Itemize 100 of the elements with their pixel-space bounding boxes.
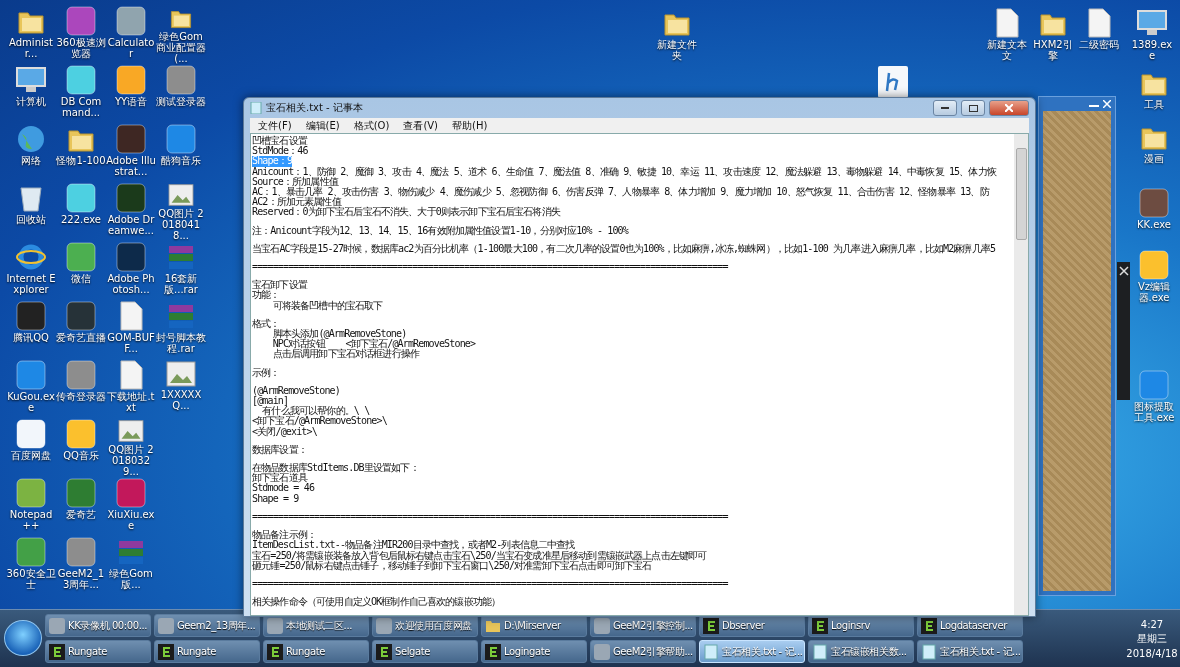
text-line: 有什么我可以帮你的。\ \ xyxy=(262,406,370,417)
globe-icon xyxy=(16,124,46,154)
server-window-icon xyxy=(485,643,501,660)
file-icon xyxy=(118,301,144,331)
text-line: <卸下宝石/@ArmRemoveStone>\ xyxy=(252,416,387,427)
server-window-icon xyxy=(376,643,392,660)
app-icon xyxy=(66,419,96,449)
file-icon xyxy=(118,360,144,390)
menu-item[interactable]: 格式(O) xyxy=(347,118,396,133)
taskbar-button[interactable]: Rungate xyxy=(154,640,260,663)
text-line: <关闭/@exit>\ xyxy=(252,426,317,437)
app-icon xyxy=(166,65,196,95)
curve-logo-icon xyxy=(885,72,901,92)
text-line: ============================================================================================ xyxy=(252,511,728,523)
app-icon xyxy=(66,242,96,272)
taskbar-button[interactable]: Logingate xyxy=(481,640,587,663)
menu-item[interactable]: 帮助(H) xyxy=(446,118,494,133)
server-window-icon xyxy=(49,643,65,660)
browser-icon xyxy=(16,242,46,272)
close-icon xyxy=(1005,104,1013,112)
scroll-thumb[interactable] xyxy=(1015,148,1027,240)
scrollbar[interactable] xyxy=(1014,134,1028,615)
menu-item[interactable]: 文件(F) xyxy=(252,118,298,133)
text-line: 宝石卸下设置 xyxy=(252,280,307,291)
app-icon xyxy=(116,65,146,95)
app-shortcut-tile[interactable] xyxy=(878,66,908,98)
text-line: Source：所加属性值 xyxy=(252,176,338,187)
start-button[interactable] xyxy=(4,620,42,656)
text-line: Stdmode = 46 xyxy=(252,483,315,494)
app-icon xyxy=(66,301,96,331)
server-window-icon xyxy=(921,617,937,634)
minimize-icon xyxy=(941,107,949,109)
server-window-icon xyxy=(703,617,719,634)
taskbar-button[interactable]: Rungate xyxy=(45,640,151,663)
text-line: 点击后调用卸下宝石对话框进行操作 xyxy=(271,349,420,360)
text-line: 注：Anicount字段为12、13、14、15、16有效附加属性值设置1-10，分别对应10% - 100% xyxy=(252,225,628,236)
text-line: (@ArmRemoveStone) xyxy=(252,385,340,397)
text-line: ItemDescList.txt--物品备注MIR200目录中查找，或者M2-列表信息二中查找 xyxy=(252,540,575,551)
notepad-icon xyxy=(250,102,262,114)
app-icon xyxy=(116,242,146,272)
text-line: 物品备注示例： xyxy=(252,530,317,541)
app-icon xyxy=(49,617,65,634)
taskbar-button[interactable]: 宝石相关.txt - 记... xyxy=(917,640,1023,663)
text-line: 砸元锤=250/鼠标右键点击锤子，移动锤子到卸下宝石窗口\250/对准需卸下宝石点击即可卸下宝石 xyxy=(252,560,652,571)
app-icon xyxy=(16,360,46,390)
app-icon xyxy=(594,643,610,660)
text-line: 数据库设置： xyxy=(252,444,307,456)
app-icon xyxy=(66,65,96,95)
taskbar-button[interactable]: Rungate xyxy=(263,640,369,663)
text-line: 格式： xyxy=(252,318,280,329)
app-icon xyxy=(66,183,96,213)
app-icon xyxy=(116,183,146,213)
close-button[interactable] xyxy=(989,100,1029,116)
app-icon xyxy=(1139,250,1169,280)
computer-icon xyxy=(15,65,47,95)
app-icon xyxy=(16,419,46,449)
app-icon xyxy=(116,124,146,154)
text-line: 功能： xyxy=(252,290,280,301)
app-icon xyxy=(267,617,283,634)
computer-icon xyxy=(1136,8,1168,38)
text-line: AC2：所加元素属性值 xyxy=(252,197,341,208)
text-line: Shape = 9 xyxy=(252,493,299,504)
taskbar-button[interactable]: KK录像机 00:00... xyxy=(45,614,151,637)
text-line: AC：1、暴击几率 2、攻击伤害 3、物伤减少 4、魔伤减少 5、忽视防御 6、伤害反弹 7、人物暴率 8、体力增加 9、魔力增加 10、怒气恢复 11、合击伤害 12、怪物暴率 13、防 xyxy=(252,187,989,197)
taskbar-button[interactable]: 宝石镶嵌相关数... xyxy=(808,640,914,663)
server-window-icon xyxy=(158,643,174,660)
app-icon xyxy=(16,478,46,508)
app-icon xyxy=(158,617,174,634)
menu-item[interactable]: 编辑(E) xyxy=(299,118,346,133)
app-icon xyxy=(1139,370,1169,400)
clock[interactable]: 4:27 星期三 2018/4/18 xyxy=(1124,610,1180,667)
app-icon xyxy=(116,478,146,508)
taskbar-button[interactable]: Geem2_13周年... xyxy=(154,614,260,637)
clock-day: 星期三 xyxy=(1137,631,1167,646)
app-icon xyxy=(66,6,96,36)
taskbar-button[interactable]: GeeM2引擎帮助... xyxy=(590,640,696,663)
notepad-icon xyxy=(812,643,828,660)
image-icon xyxy=(166,183,196,207)
text-line: [@main] xyxy=(252,396,289,407)
text-line: 宝石=250/将需镶嵌装备放入背包后鼠标右键点击宝石\250/当宝石变成准星后移动到需镶嵌武器上点击左键即可 xyxy=(252,550,707,561)
text-line: NPC对话按钮 <卸下宝石/@ArmRemoveStone> xyxy=(271,339,476,350)
app-icon xyxy=(16,301,46,331)
menu-item[interactable]: 查看(V) xyxy=(397,118,445,133)
text-line: ============================================================================================ xyxy=(252,578,728,590)
text-line: 脚本头添加(@ArmRemoveStone) xyxy=(271,329,407,340)
notepad-icon xyxy=(703,643,719,660)
text-line: StdMode：46 xyxy=(252,146,308,157)
close-icon[interactable] xyxy=(1118,266,1129,276)
file-icon xyxy=(1086,8,1112,38)
clock-time: 4:27 xyxy=(1140,618,1164,630)
image-icon xyxy=(166,360,196,388)
server-window-icon xyxy=(267,643,283,660)
maximize-button[interactable] xyxy=(961,100,985,116)
app-icon xyxy=(66,537,96,567)
taskbar-button[interactable]: Selgate xyxy=(372,640,478,663)
minimize-button[interactable] xyxy=(933,100,957,116)
app-icon xyxy=(376,617,392,634)
text-line: 相关操作命令（可使用自定义OK框制作自己喜欢的镶嵌功能） xyxy=(252,597,501,608)
text-line: 示例： xyxy=(252,367,280,378)
maximize-icon xyxy=(968,104,978,112)
